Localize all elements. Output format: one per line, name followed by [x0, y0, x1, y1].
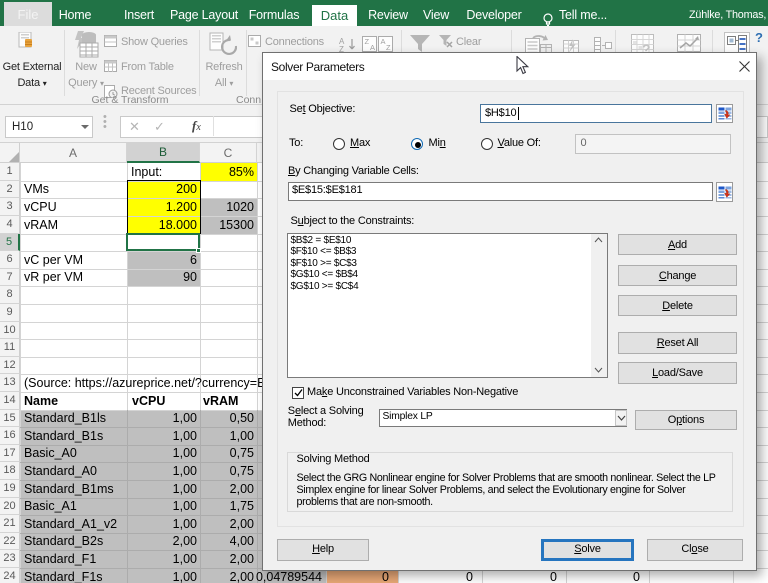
svg-text:Z: Z	[386, 43, 391, 52]
svg-text:A: A	[381, 37, 386, 46]
svg-text:A: A	[370, 43, 375, 52]
svg-text:Z: Z	[339, 45, 344, 52]
svg-text:Z: Z	[365, 37, 370, 46]
